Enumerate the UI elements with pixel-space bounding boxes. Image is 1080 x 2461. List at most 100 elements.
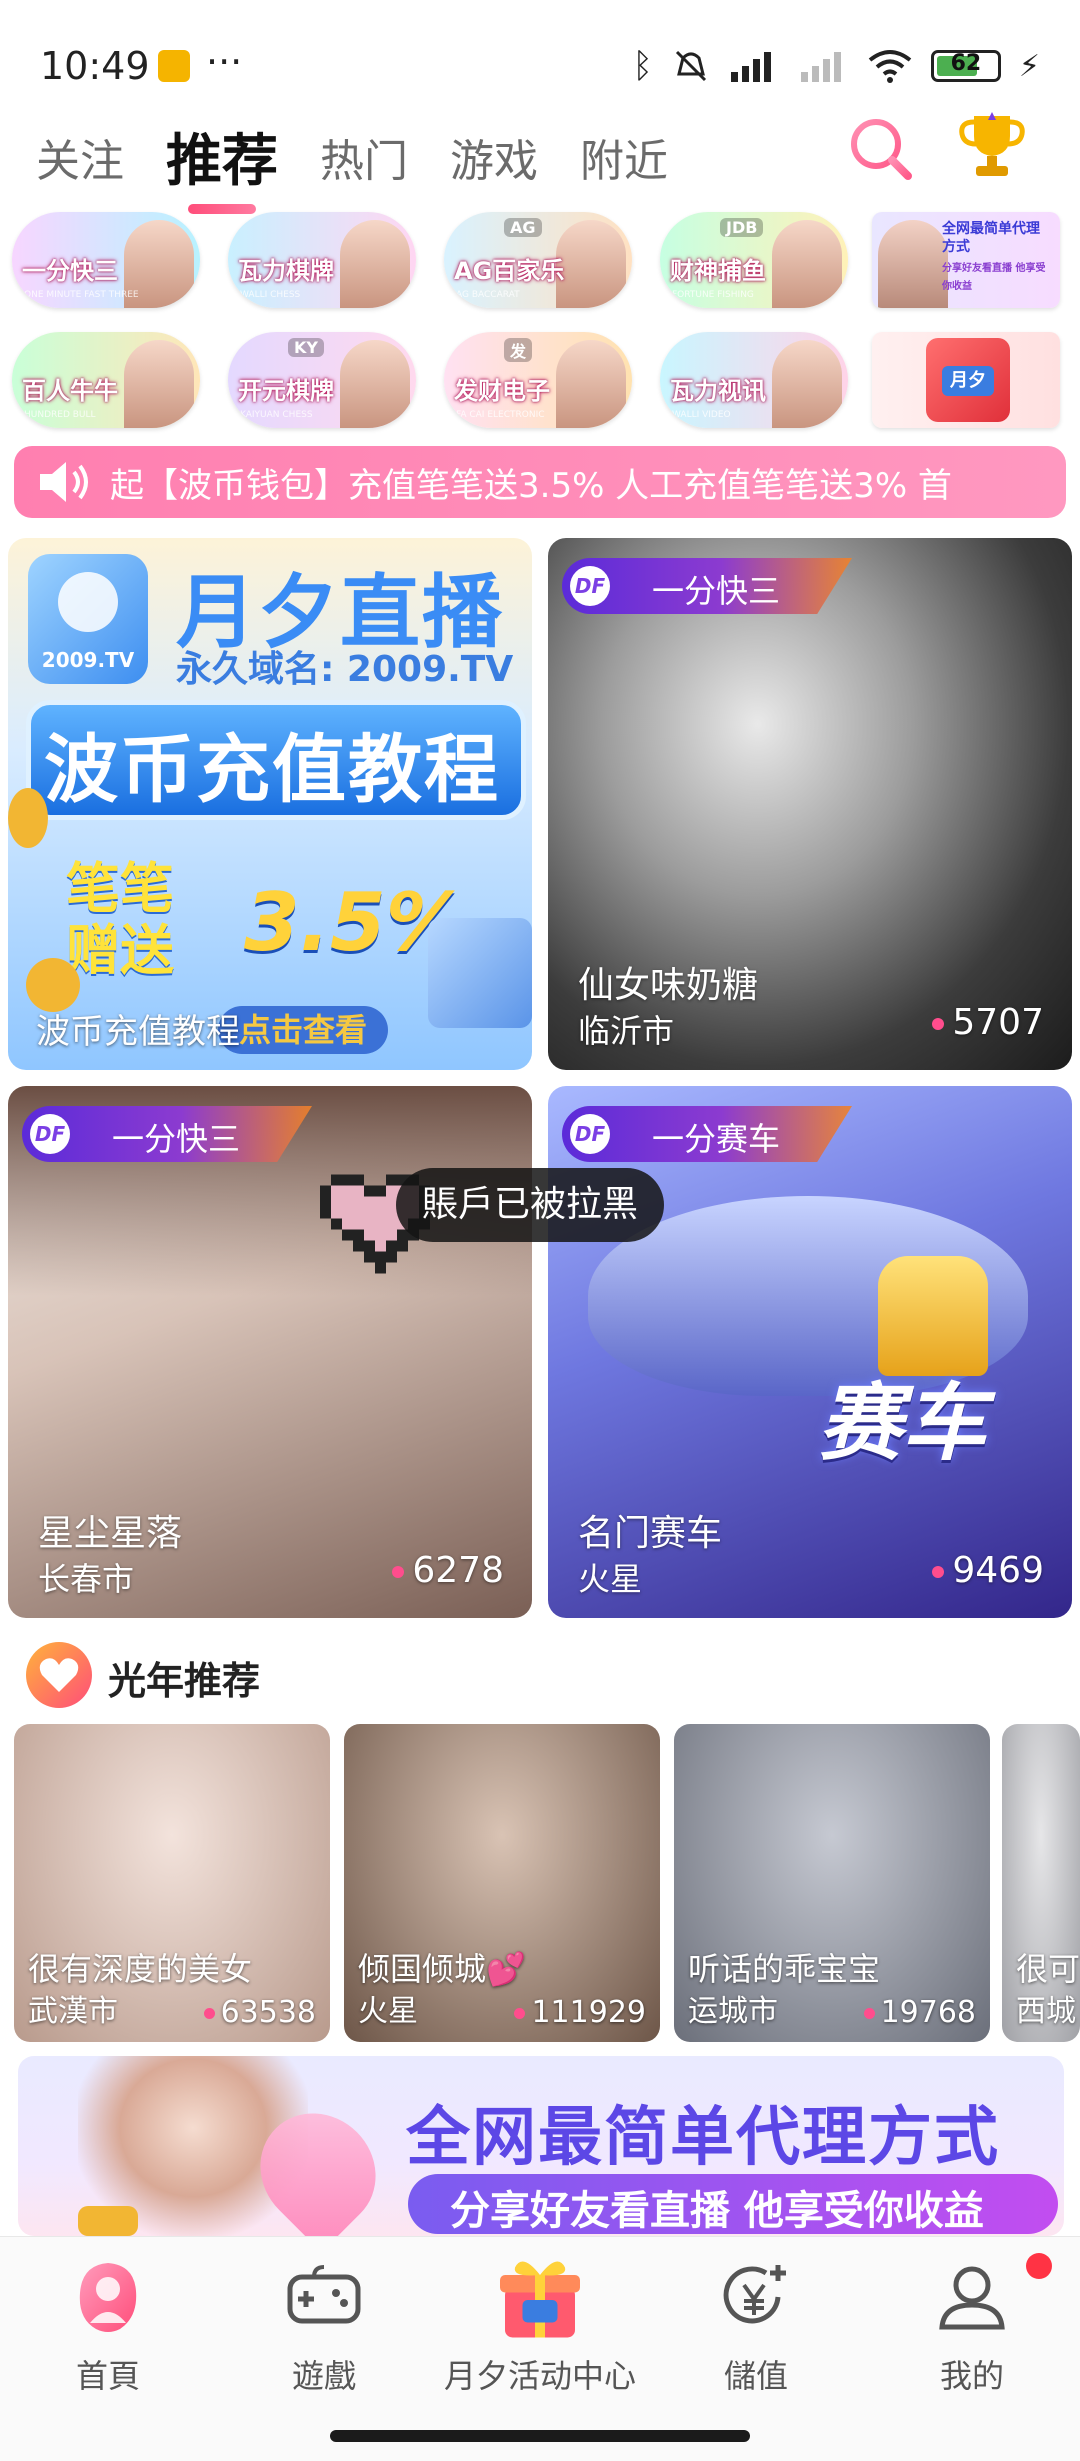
live-card[interactable]: 赛车 DF 一分赛车 名门赛车 火星 9469 — [548, 1086, 1072, 1618]
game-tile[interactable]: 一分快三 ONE MINUTE FAST THREE — [12, 212, 200, 308]
view-button[interactable]: 点击查看 — [218, 1006, 388, 1054]
live-card[interactable]: DF 一分快三 仙女味奶糖 临沂市 5707 — [548, 538, 1072, 1070]
game-tile[interactable]: KY 开元棋牌 KAIYUAN CHESS — [228, 332, 416, 428]
game-label: 百人牛牛 — [22, 377, 118, 405]
coin-icon — [8, 788, 48, 848]
viewer-count: 9469 — [932, 1550, 1044, 1591]
tab-hot[interactable]: 热门 — [320, 132, 408, 192]
viewer-count: 6278 — [392, 1550, 504, 1591]
game-label: 开元棋牌 — [238, 377, 334, 405]
bottom-nav: 首頁 遊戲 月夕活动中心 儲值 我的 — [0, 2236, 1080, 2461]
recharge-tutorial-card[interactable]: 2009.TV 月夕直播 永久域名: 2009.TV 波币充值教程 笔笔赠送 3… — [8, 538, 532, 1070]
game-character — [556, 340, 626, 428]
game-sublabel: KAIYUAN CHESS — [240, 410, 313, 420]
play-icon — [58, 572, 118, 632]
recommend-card[interactable]: 很可 西城 — [1002, 1724, 1080, 2042]
nav-deposit[interactable]: 儲值 — [648, 2237, 864, 2427]
battery-icon: 62 — [930, 50, 1001, 82]
more-dots: ··· — [206, 40, 243, 84]
game-logo: JDB — [720, 218, 764, 237]
gift-label: 月夕 — [942, 366, 994, 396]
game-logo: AG — [504, 218, 542, 237]
game-tile[interactable]: 瓦力棋牌 WALLI CHESS — [228, 212, 416, 308]
game-character — [556, 220, 626, 308]
streamer-name: 名门赛车 — [578, 1513, 723, 1554]
speaker-icon — [40, 462, 88, 502]
card-tag: DF 一分赛车 — [562, 1106, 852, 1162]
recommend-card[interactable]: 听话的乖宝宝 运城市 19768 — [674, 1724, 990, 2042]
home-indicator[interactable] — [330, 2430, 750, 2442]
art-text: 赛车 — [818, 1374, 987, 1472]
df-logo-icon: DF — [570, 566, 610, 606]
nav-games[interactable]: 遊戲 — [216, 2237, 432, 2427]
toast-message: 賬戶已被拉黑 — [396, 1168, 665, 1242]
game-sublabel: AG BACCARAT — [456, 290, 520, 300]
recommend-city: 运城市 — [688, 1994, 778, 2029]
tab-nearby[interactable]: 附近 — [580, 132, 668, 192]
game-tile[interactable]: 发发财电子 FA CAI ELECTRONIC — [444, 332, 632, 428]
gamepad-icon — [287, 2265, 361, 2324]
status-bar: 10:49 ··· ᛒ 62 ⚡ — [0, 0, 1080, 130]
game-label: 发财电子 — [454, 377, 550, 405]
trophy-icon[interactable] — [954, 108, 1030, 184]
nav-home[interactable]: 首頁 — [0, 2237, 216, 2427]
yen-coin-icon — [723, 2265, 786, 2324]
tag-label: 一分快三 — [112, 1120, 241, 1158]
recommend-city: 西城 — [1016, 1994, 1076, 2029]
tag-label: 一分快三 — [652, 572, 781, 610]
recommend-card[interactable]: 很有深度的美女 武漢市 63538 — [14, 1724, 330, 2042]
live-card[interactable]: DF 一分快三 星尘星落 长春市 6278 — [8, 1086, 532, 1618]
marquee-text: 起【波币钱包】充值笔笔送3.5% 人工充值笔笔送3% 首 — [110, 466, 952, 506]
game-tile[interactable]: 百人牛牛 HUNDRED BULL — [12, 332, 200, 428]
bluetooth-icon: ᛒ — [632, 46, 653, 86]
nav-label: 首頁 — [75, 2357, 140, 2395]
game-character — [772, 220, 842, 308]
game-tile[interactable]: 全网最简单代理方式 分享好友看直播 他享受你收益 — [872, 212, 1060, 308]
game-tile[interactable]: 瓦力视讯 WALLI VIDEO — [660, 332, 848, 428]
game-sublabel: HUNDRED BULL — [24, 410, 96, 420]
nav-label: 遊戲 — [291, 2357, 356, 2395]
game-label: 财神捕鱼 — [670, 257, 766, 285]
nav-profile[interactable]: 我的 — [864, 2237, 1080, 2427]
game-label: AG百家乐 — [454, 257, 565, 285]
recommend-viewer-count: 19768 — [863, 1995, 976, 2030]
announcement-marquee[interactable]: 起【波币钱包】充值笔笔送3.5% 人工充值笔笔送3% 首 — [14, 446, 1066, 518]
card-caption: 波币充值教程 — [36, 1012, 240, 1052]
recommend-card[interactable]: 倾国倾城💕 火星 111929 — [344, 1724, 660, 2042]
game-character — [772, 340, 842, 428]
banner-title: 全网最简单代理方式 — [406, 2101, 1000, 2175]
streamer-city: 长春市 — [38, 1560, 135, 1598]
card-tag: DF 一分快三 — [22, 1106, 312, 1162]
tv-logo: 2009.TV — [28, 554, 148, 684]
game-character — [340, 340, 410, 428]
tab-follow[interactable]: 关注 — [36, 132, 124, 192]
game-tile[interactable]: 月夕 — [872, 332, 1060, 428]
recommend-name: 很可 — [1016, 1950, 1080, 1988]
agent-banner[interactable]: 全网最简单代理方式 分享好友看直播 他享受你收益 — [18, 2056, 1064, 2236]
top-tabs: 关注 推荐 热门 游戏 附近 — [36, 112, 668, 214]
df-logo-icon: DF — [570, 1114, 610, 1154]
streamer-name: 星尘星落 — [38, 1513, 183, 1554]
game-character — [340, 220, 410, 308]
coin-stack — [78, 2206, 138, 2236]
headline: 波币充值教程 — [44, 727, 500, 813]
charging-icon: ⚡ — [1018, 48, 1040, 84]
game-tile[interactable]: JDB 财神捕鱼 FORTUNE FISHING — [660, 212, 848, 308]
game-logo: 发 — [504, 338, 533, 362]
promo-sublabel: 分享好友看直播 他享受你收益 — [942, 263, 1046, 292]
search-icon[interactable] — [846, 114, 914, 182]
recommend-city: 火星 — [358, 1994, 418, 2029]
game-tile[interactable]: AG AG百家乐 AG BACCARAT — [444, 212, 632, 308]
tab-games[interactable]: 游戏 — [450, 132, 538, 192]
recommend-name: 听话的乖宝宝 — [688, 1950, 881, 1988]
tab-recommend[interactable]: 推荐 — [166, 132, 278, 214]
game-sublabel: FORTUNE FISHING — [672, 290, 754, 300]
signal-icon — [730, 52, 771, 82]
gift-box-icon — [500, 2261, 580, 2338]
recommend-name: 倾国倾城💕 — [358, 1950, 526, 1988]
home-icon — [79, 2263, 137, 2332]
game-character — [124, 340, 194, 428]
nav-activity-center[interactable]: 月夕活动中心 — [432, 2237, 648, 2427]
banner-subtitle: 分享好友看直播 他享受你收益 — [450, 2188, 984, 2234]
recommend-viewer-count: 111929 — [514, 1995, 646, 2030]
